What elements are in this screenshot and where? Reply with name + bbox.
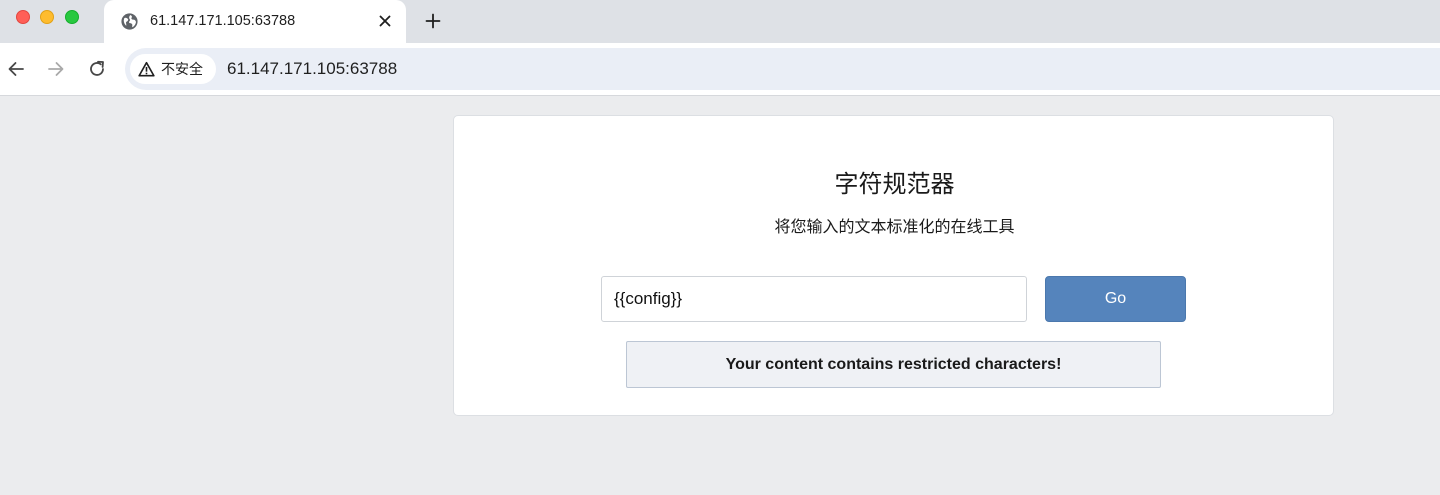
- warning-icon: [138, 61, 155, 77]
- security-chip[interactable]: 不安全: [130, 54, 216, 84]
- text-input[interactable]: [601, 276, 1027, 322]
- url-text[interactable]: 61.147.171.105:63788: [227, 59, 397, 79]
- back-button[interactable]: [2, 55, 30, 83]
- minimize-window-button[interactable]: [40, 10, 54, 24]
- browser-tab[interactable]: 61.147.171.105:63788: [104, 0, 406, 43]
- forward-button[interactable]: [42, 55, 70, 83]
- page-subtitle: 将您输入的文本标准化的在线工具: [774, 217, 1015, 236]
- maximize-window-button[interactable]: [65, 10, 79, 24]
- browser-toolbar: 不安全 61.147.171.105:63788: [0, 43, 1440, 96]
- close-window-button[interactable]: [16, 10, 30, 24]
- main-card: 字符规范器 将您输入的文本标准化的在线工具 Go Your content co…: [453, 115, 1334, 416]
- go-button[interactable]: Go: [1045, 276, 1186, 322]
- security-label: 不安全: [161, 62, 203, 78]
- address-bar[interactable]: 不安全 61.147.171.105:63788: [125, 48, 1440, 90]
- tab-close-button[interactable]: [374, 10, 396, 32]
- new-tab-button[interactable]: [420, 8, 446, 34]
- reload-icon: [90, 60, 104, 76]
- page-title: 字符规范器: [834, 170, 955, 198]
- alert-message: Your content contains restricted charact…: [725, 355, 1062, 373]
- arrow-left-icon: [8, 62, 24, 76]
- tab-title: 61.147.171.105:63788: [150, 13, 296, 29]
- alert-box: Your content contains restricted charact…: [626, 341, 1161, 388]
- plus-icon: [425, 13, 441, 29]
- tab-strip: 61.147.171.105:63788: [0, 0, 1440, 43]
- close-icon: [379, 15, 391, 27]
- globe-icon: [120, 12, 139, 31]
- reload-button[interactable]: [83, 55, 111, 83]
- arrow-right-icon: [48, 62, 64, 76]
